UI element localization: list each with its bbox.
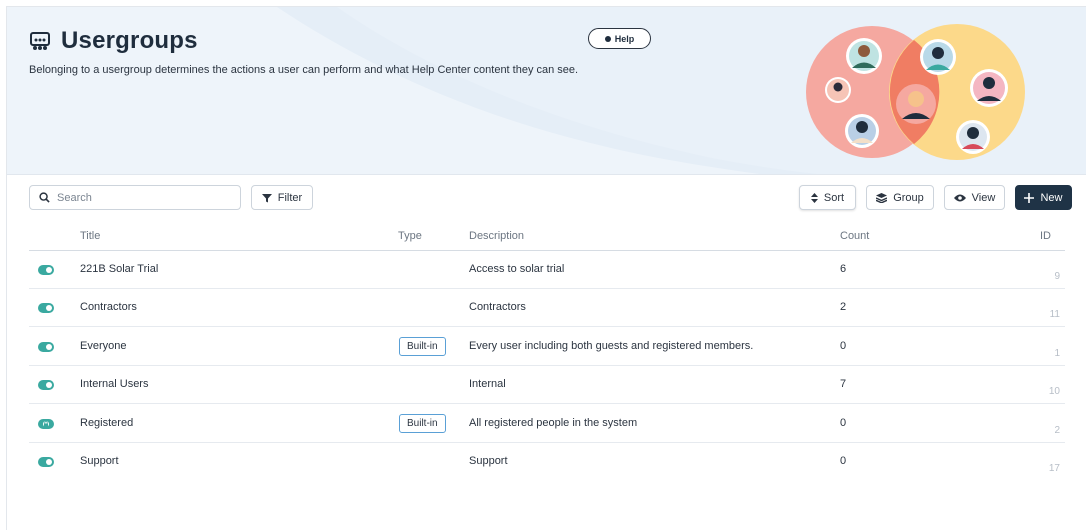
row-title[interactable]: Registered <box>80 417 133 429</box>
row-count: 0 <box>840 340 847 352</box>
enabled-toggle[interactable] <box>38 342 54 352</box>
group-button[interactable]: Group <box>866 185 934 210</box>
table-row[interactable]: Registered Built-in All registered peopl… <box>29 405 1065 443</box>
page-header: Usergroups Belonging to a usergroup dete… <box>7 7 1086 175</box>
row-title[interactable]: Contractors <box>80 301 137 313</box>
row-count: 0 <box>840 417 847 429</box>
help-button[interactable]: Help <box>588 28 651 49</box>
title-row: Usergroups <box>29 27 198 55</box>
sort-icon <box>810 192 818 203</box>
sort-button[interactable]: Sort <box>799 185 856 210</box>
table-row[interactable]: Support Support 0 17 <box>29 443 1065 481</box>
lock-icon <box>44 421 48 427</box>
row-description: Every user including both guests and reg… <box>469 340 754 352</box>
row-description: Internal <box>469 378 506 390</box>
view-label: View <box>971 191 996 204</box>
layers-icon <box>876 192 888 203</box>
plus-icon <box>1024 192 1035 203</box>
row-count: 7 <box>840 378 847 390</box>
group-label: Group <box>893 191 924 204</box>
row-description: Support <box>469 455 508 467</box>
row-id: 1 <box>1054 348 1060 359</box>
row-title[interactable]: Everyone <box>80 340 126 352</box>
row-id: 2 <box>1054 425 1060 436</box>
search-input[interactable] <box>57 191 227 204</box>
table-row[interactable]: Contractors Contractors 2 11 <box>29 289 1065 327</box>
row-id: 9 <box>1054 271 1060 282</box>
enabled-toggle[interactable] <box>38 303 54 313</box>
table-row[interactable]: Internal Users Internal 7 10 <box>29 366 1065 404</box>
column-title[interactable]: Title <box>80 230 100 242</box>
builtin-badge: Built-in <box>399 337 446 356</box>
row-count: 2 <box>840 301 847 313</box>
row-description: Contractors <box>469 301 526 313</box>
filter-icon <box>261 193 272 202</box>
column-description[interactable]: Description <box>469 230 524 242</box>
row-id: 17 <box>1048 463 1060 474</box>
row-title[interactable]: Support <box>80 455 119 467</box>
usergroups-illustration <box>806 24 1025 160</box>
sort-label: Sort <box>823 191 845 204</box>
row-title[interactable]: 221B Solar Trial <box>80 263 158 275</box>
enabled-toggle[interactable] <box>38 265 54 275</box>
help-label: Help <box>614 33 635 44</box>
row-count: 0 <box>840 455 847 467</box>
row-description: All registered people in the system <box>469 417 638 429</box>
row-description: Access to solar trial <box>469 263 565 275</box>
search-field[interactable] <box>29 185 241 210</box>
view-button[interactable]: View <box>944 185 1005 210</box>
page-title: Usergroups <box>61 27 198 54</box>
help-icon <box>604 35 611 42</box>
table-row[interactable]: 221B Solar Trial Access to solar trial 6… <box>29 251 1065 289</box>
new-button[interactable]: New <box>1015 185 1072 210</box>
row-title[interactable]: Internal Users <box>80 378 148 390</box>
table-header: Title Type Description Count ID <box>29 225 1065 251</box>
new-label: New <box>1040 191 1063 204</box>
builtin-badge: Built-in <box>399 414 446 433</box>
usergroup-icon <box>30 32 50 50</box>
column-type[interactable]: Type <box>398 230 422 242</box>
filter-label: Filter <box>277 191 303 204</box>
enabled-toggle[interactable] <box>38 457 54 467</box>
table-row[interactable]: Everyone Built-in Every user including b… <box>29 328 1065 366</box>
locked-toggle <box>38 419 54 429</box>
column-count[interactable]: Count <box>840 230 869 242</box>
search-icon <box>39 192 50 203</box>
row-count: 6 <box>840 263 847 275</box>
eye-icon <box>953 194 966 201</box>
column-id[interactable]: ID <box>1040 230 1051 242</box>
enabled-toggle[interactable] <box>38 380 54 390</box>
row-id: 10 <box>1048 386 1060 397</box>
filter-button[interactable]: Filter <box>251 185 313 210</box>
page-frame: Usergroups Belonging to a usergroup dete… <box>6 6 1086 530</box>
page-subtitle: Belonging to a usergroup determines the … <box>29 64 579 76</box>
row-id: 11 <box>1049 309 1060 320</box>
